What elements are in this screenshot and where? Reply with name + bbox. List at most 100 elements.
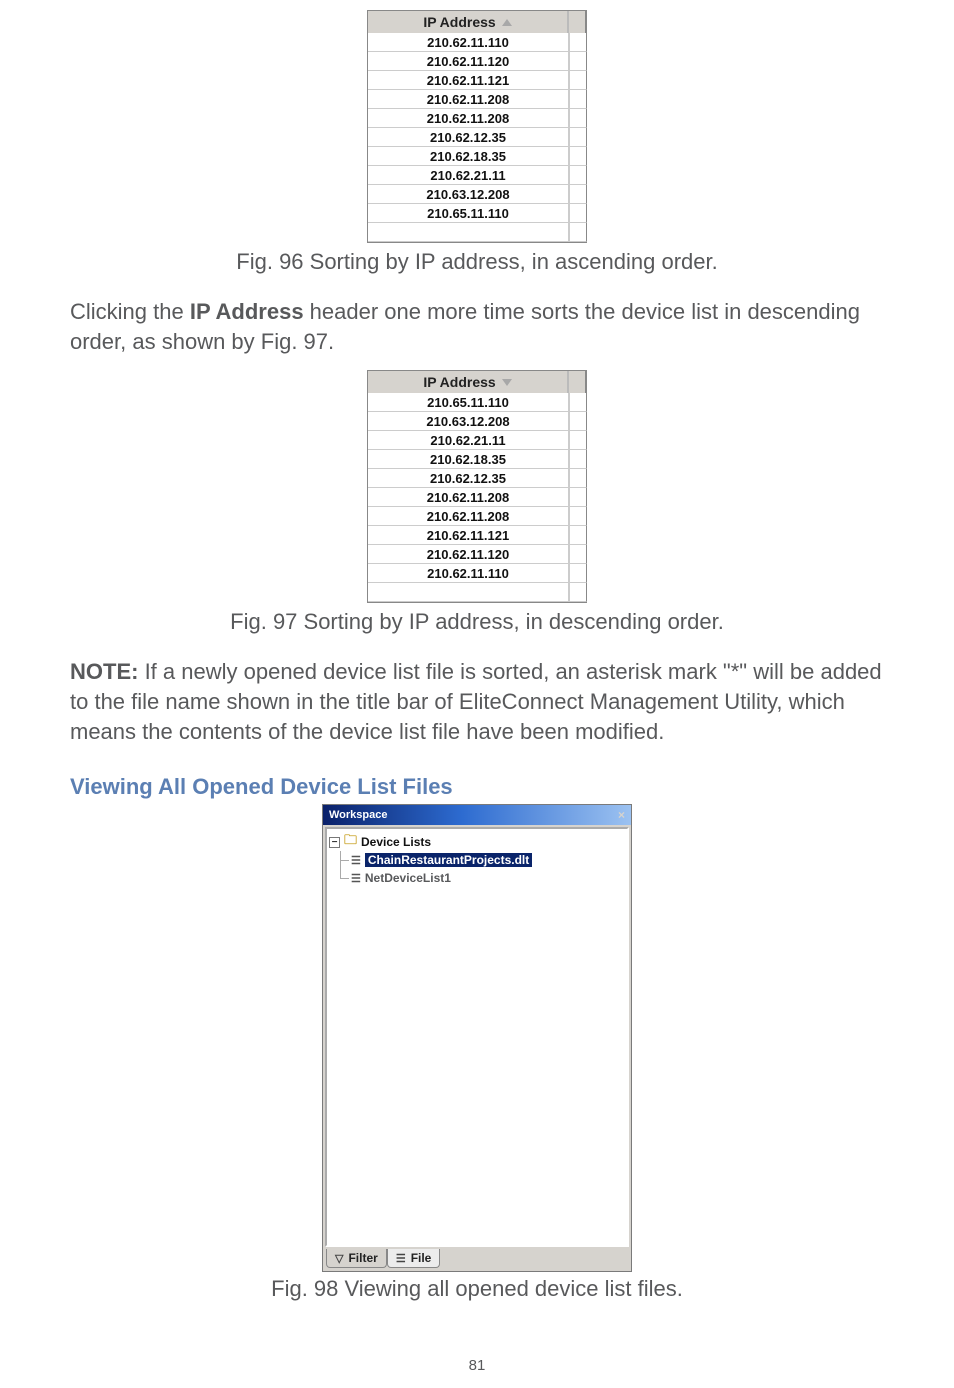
ip-cell: 210.62.11.121: [368, 71, 570, 90]
workspace-pane: Workspace × − 🗀 Device Lists ☰ ChainResta…: [322, 804, 632, 1272]
fig97-caption: Fig. 97 Sorting by IP address, in descen…: [70, 609, 884, 635]
table-row[interactable]: 210.62.12.35: [368, 469, 587, 488]
row-spacer: [570, 90, 587, 109]
ip-cell: 210.62.21.11: [368, 166, 570, 185]
table-row[interactable]: 210.62.11.208: [368, 488, 587, 507]
workspace-body-wrap: − 🗀 Device Lists ☰ ChainRestaurantProject…: [323, 825, 631, 1249]
row-spacer: [570, 412, 587, 431]
tree-root-label: Device Lists: [361, 835, 431, 849]
folder-icon: 🗀: [344, 831, 357, 853]
table-row[interactable]: 210.62.12.35: [368, 128, 587, 147]
tree-item-label: ChainRestaurantProjects.dlt: [365, 853, 532, 867]
row-spacer: [570, 71, 587, 90]
workspace-tabs: ▽ Filter ☰ File: [323, 1249, 631, 1271]
table-row[interactable]: 210.62.11.208: [368, 507, 587, 526]
sort-ascending-icon: [502, 19, 512, 26]
ip-cell: 210.62.11.208: [368, 488, 570, 507]
document-icon: ☰: [351, 854, 361, 867]
ip-cell: 210.63.12.208: [368, 412, 570, 431]
tab-file[interactable]: ☰ File: [387, 1249, 441, 1268]
tab-file-label: File: [411, 1251, 432, 1265]
tree-item[interactable]: ☰ ChainRestaurantProjects.dlt: [335, 851, 625, 869]
ip-cell: 210.62.11.110: [368, 564, 570, 583]
document-icon: ☰: [351, 872, 361, 885]
filter-icon: ▽: [335, 1252, 343, 1265]
tab-filter[interactable]: ▽ Filter: [326, 1249, 387, 1268]
table-row[interactable]: 210.62.21.11: [368, 431, 587, 450]
row-spacer: [570, 545, 587, 564]
fig96-header-row: IP Address: [367, 10, 587, 33]
row-spacer: [570, 431, 587, 450]
header-spacer: [569, 11, 586, 33]
row-spacer: [570, 488, 587, 507]
document-icon: ☰: [396, 1252, 406, 1265]
table-row[interactable]: 210.62.11.120: [368, 52, 587, 71]
ip-address-header-label: IP Address: [423, 374, 495, 390]
row-spacer: [570, 166, 587, 185]
ip-cell: 210.62.11.110: [368, 33, 570, 52]
close-icon[interactable]: ×: [618, 808, 625, 822]
row-spacer: [570, 469, 587, 488]
fig98-caption: Fig. 98 Viewing all opened device list f…: [70, 1276, 884, 1302]
table-row[interactable]: 210.62.18.35: [368, 450, 587, 469]
table-row[interactable]: 210.62.11.121: [368, 71, 587, 90]
table-row[interactable]: 210.62.11.110: [368, 33, 587, 52]
table-row[interactable]: 210.62.11.208: [368, 90, 587, 109]
table-row[interactable]: 210.62.11.208: [368, 109, 587, 128]
row-spacer: [570, 393, 587, 412]
row-spacer: [570, 185, 587, 204]
table-row[interactable]: 210.62.21.11: [368, 166, 587, 185]
ip-cell: 210.62.12.35: [368, 469, 570, 488]
ip-cell: 210.62.11.208: [368, 507, 570, 526]
tree-children: ☰ ChainRestaurantProjects.dlt ☰ NetDeviceLi…: [329, 851, 625, 887]
fig96-caption: Fig. 96 Sorting by IP address, in ascend…: [70, 249, 884, 275]
table-row[interactable]: 210.62.18.35: [368, 147, 587, 166]
ip-cell: .: [368, 583, 570, 602]
header-spacer: [569, 371, 586, 393]
para1-bold: IP Address: [190, 299, 304, 324]
section-heading: Viewing All Opened Device List Files: [70, 774, 884, 800]
tab-filter-label: Filter: [348, 1251, 377, 1265]
tree-item-label: NetDeviceList1: [365, 871, 451, 885]
tree-toggle-icon[interactable]: −: [329, 837, 340, 848]
row-spacer: [570, 526, 587, 545]
fig97-header-row: IP Address: [367, 370, 587, 393]
workspace-title-bar: Workspace ×: [323, 805, 631, 825]
ip-cell: 210.62.18.35: [368, 147, 570, 166]
fig96-rows: 210.62.11.110210.62.11.120210.62.11.1212…: [367, 33, 587, 243]
note-text: If a newly opened device list file is so…: [70, 659, 882, 743]
fig97-rows: 210.65.11.110210.63.12.208210.62.21.1121…: [367, 393, 587, 603]
ip-address-column-header[interactable]: IP Address: [368, 11, 569, 33]
tree-item[interactable]: ☰ NetDeviceList1: [335, 869, 625, 887]
table-row[interactable]: 210.63.12.208: [368, 185, 587, 204]
note-paragraph: NOTE: If a newly opened device list file…: [70, 657, 884, 746]
table-row[interactable]: 210.62.11.110: [368, 564, 587, 583]
ip-cell: 210.62.11.208: [368, 90, 570, 109]
row-spacer: [570, 564, 587, 583]
row-spacer: [570, 507, 587, 526]
sort-descending-icon: [502, 379, 512, 386]
ip-cell: .: [368, 223, 570, 242]
table-row[interactable]: 210.62.11.121: [368, 526, 587, 545]
ip-cell: 210.62.11.121: [368, 526, 570, 545]
workspace-body: − 🗀 Device Lists ☰ ChainRestaurantProject…: [325, 827, 629, 1247]
ip-cell: 210.62.18.35: [368, 450, 570, 469]
row-spacer: [570, 204, 587, 223]
table-row[interactable]: 210.65.11.110: [368, 393, 587, 412]
tree-root-row[interactable]: − 🗀 Device Lists: [329, 833, 625, 851]
row-spacer: [570, 33, 587, 52]
ip-cell: 210.62.11.120: [368, 545, 570, 564]
row-spacer: [570, 223, 587, 242]
note-label: NOTE:: [70, 659, 138, 684]
table-row[interactable]: 210.65.11.110: [368, 204, 587, 223]
table-row[interactable]: 210.62.11.120: [368, 545, 587, 564]
ip-address-header-label: IP Address: [423, 14, 495, 30]
ip-cell: 210.63.12.208: [368, 185, 570, 204]
row-spacer: [570, 583, 587, 602]
workspace-title-label: Workspace: [329, 809, 388, 821]
ip-cell: 210.65.11.110: [368, 393, 570, 412]
ip-address-column-header[interactable]: IP Address: [368, 371, 569, 393]
para1-pre: Clicking the: [70, 299, 190, 324]
table-row[interactable]: 210.63.12.208: [368, 412, 587, 431]
ip-cell: 210.62.12.35: [368, 128, 570, 147]
